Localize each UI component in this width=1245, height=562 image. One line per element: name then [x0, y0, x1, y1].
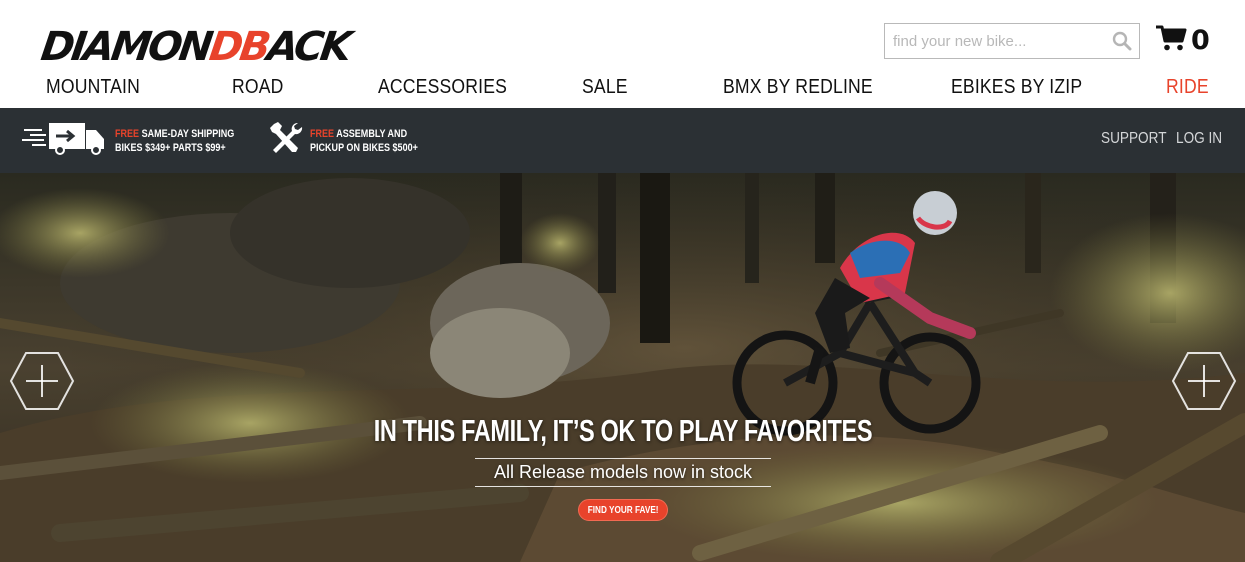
hero-subtitle: All Release models now in stock — [493, 462, 753, 482]
hero-title: IN THIS FAMILY, IT’S OK TO PLAY FAVORITE… — [0, 413, 1245, 449]
cart-button[interactable]: 0 — [1155, 22, 1210, 58]
main-navigation: MOUNTAIN ROAD ACCESSORIES SALE BMX BY RE… — [0, 72, 1245, 104]
logo-text-db: DB — [206, 24, 271, 70]
nav-item-sale[interactable]: SALE — [582, 76, 628, 99]
hexagon-plus-icon — [1171, 352, 1237, 410]
carousel-next-button[interactable] — [1171, 351, 1237, 411]
site-header: DIAMONDBACK 0 MOUNTAIN ROAD ACCESSORIES … — [0, 0, 1245, 108]
promo-shipping-line2: BIKES $349+ PARTS $99+ — [115, 141, 226, 154]
diamondback-logo[interactable]: DIAMON DB ACK — [38, 22, 352, 72]
promo-shipping-line1: SAME-DAY SHIPPING — [141, 127, 235, 140]
cart-icon — [1155, 24, 1187, 57]
hero-banner: IN THIS FAMILY, IT’S OK TO PLAY FAVORITE… — [0, 173, 1245, 562]
promo-free-assembly[interactable]: FREE ASSEMBLY AND PICKUP ON BIKES $500+ — [268, 108, 442, 173]
login-link[interactable]: LOG IN — [1176, 130, 1222, 148]
nav-item-ebikes-by-izip[interactable]: EBIKES BY IZIP — [951, 76, 1082, 99]
tools-icon — [268, 120, 304, 161]
promo-free-shipping[interactable]: FREE SAME-DAY SHIPPING BIKES $349+ PARTS… — [22, 108, 261, 173]
find-your-fave-button[interactable]: FIND YOUR FAVE! — [578, 499, 668, 521]
nav-item-ride[interactable]: RIDE — [1166, 76, 1209, 99]
hero-subtitle-frame: All Release models now in stock — [475, 458, 771, 487]
promo-shipping-text: FREE SAME-DAY SHIPPING BIKES $349+ PARTS… — [115, 127, 234, 155]
logo-text-diamon: DIAMON — [38, 24, 214, 70]
search-input[interactable] — [885, 24, 1105, 58]
search-icon[interactable] — [1105, 24, 1139, 58]
cta-label: FIND YOUR FAVE! — [587, 504, 659, 516]
promo-assembly-free: FREE — [310, 127, 335, 140]
support-link[interactable]: SUPPORT — [1101, 130, 1167, 148]
nav-item-mountain[interactable]: MOUNTAIN — [46, 76, 140, 99]
hexagon-plus-icon — [9, 352, 75, 410]
nav-item-accessories[interactable]: ACCESSORIES — [378, 76, 507, 99]
promo-assembly-line1: ASSEMBLY AND — [336, 127, 408, 140]
nav-item-bmx-by-redline[interactable]: BMX BY REDLINE — [723, 76, 873, 99]
cart-count: 0 — [1191, 24, 1210, 56]
carousel-prev-button[interactable] — [9, 351, 75, 411]
promo-assembly-line2: PICKUP ON BIKES $500+ — [310, 141, 418, 154]
delivery-truck-icon — [22, 121, 108, 160]
promo-shipping-free: FREE — [115, 127, 140, 140]
logo-text-ack: ACK — [264, 24, 352, 70]
promo-bar: FREE SAME-DAY SHIPPING BIKES $349+ PARTS… — [0, 108, 1245, 173]
promo-assembly-text: FREE ASSEMBLY AND PICKUP ON BIKES $500+ — [310, 127, 418, 155]
hero-title-text: IN THIS FAMILY, IT’S OK TO PLAY FAVORITE… — [373, 413, 872, 448]
nav-item-road[interactable]: ROAD — [232, 76, 284, 99]
search-box — [884, 23, 1140, 59]
